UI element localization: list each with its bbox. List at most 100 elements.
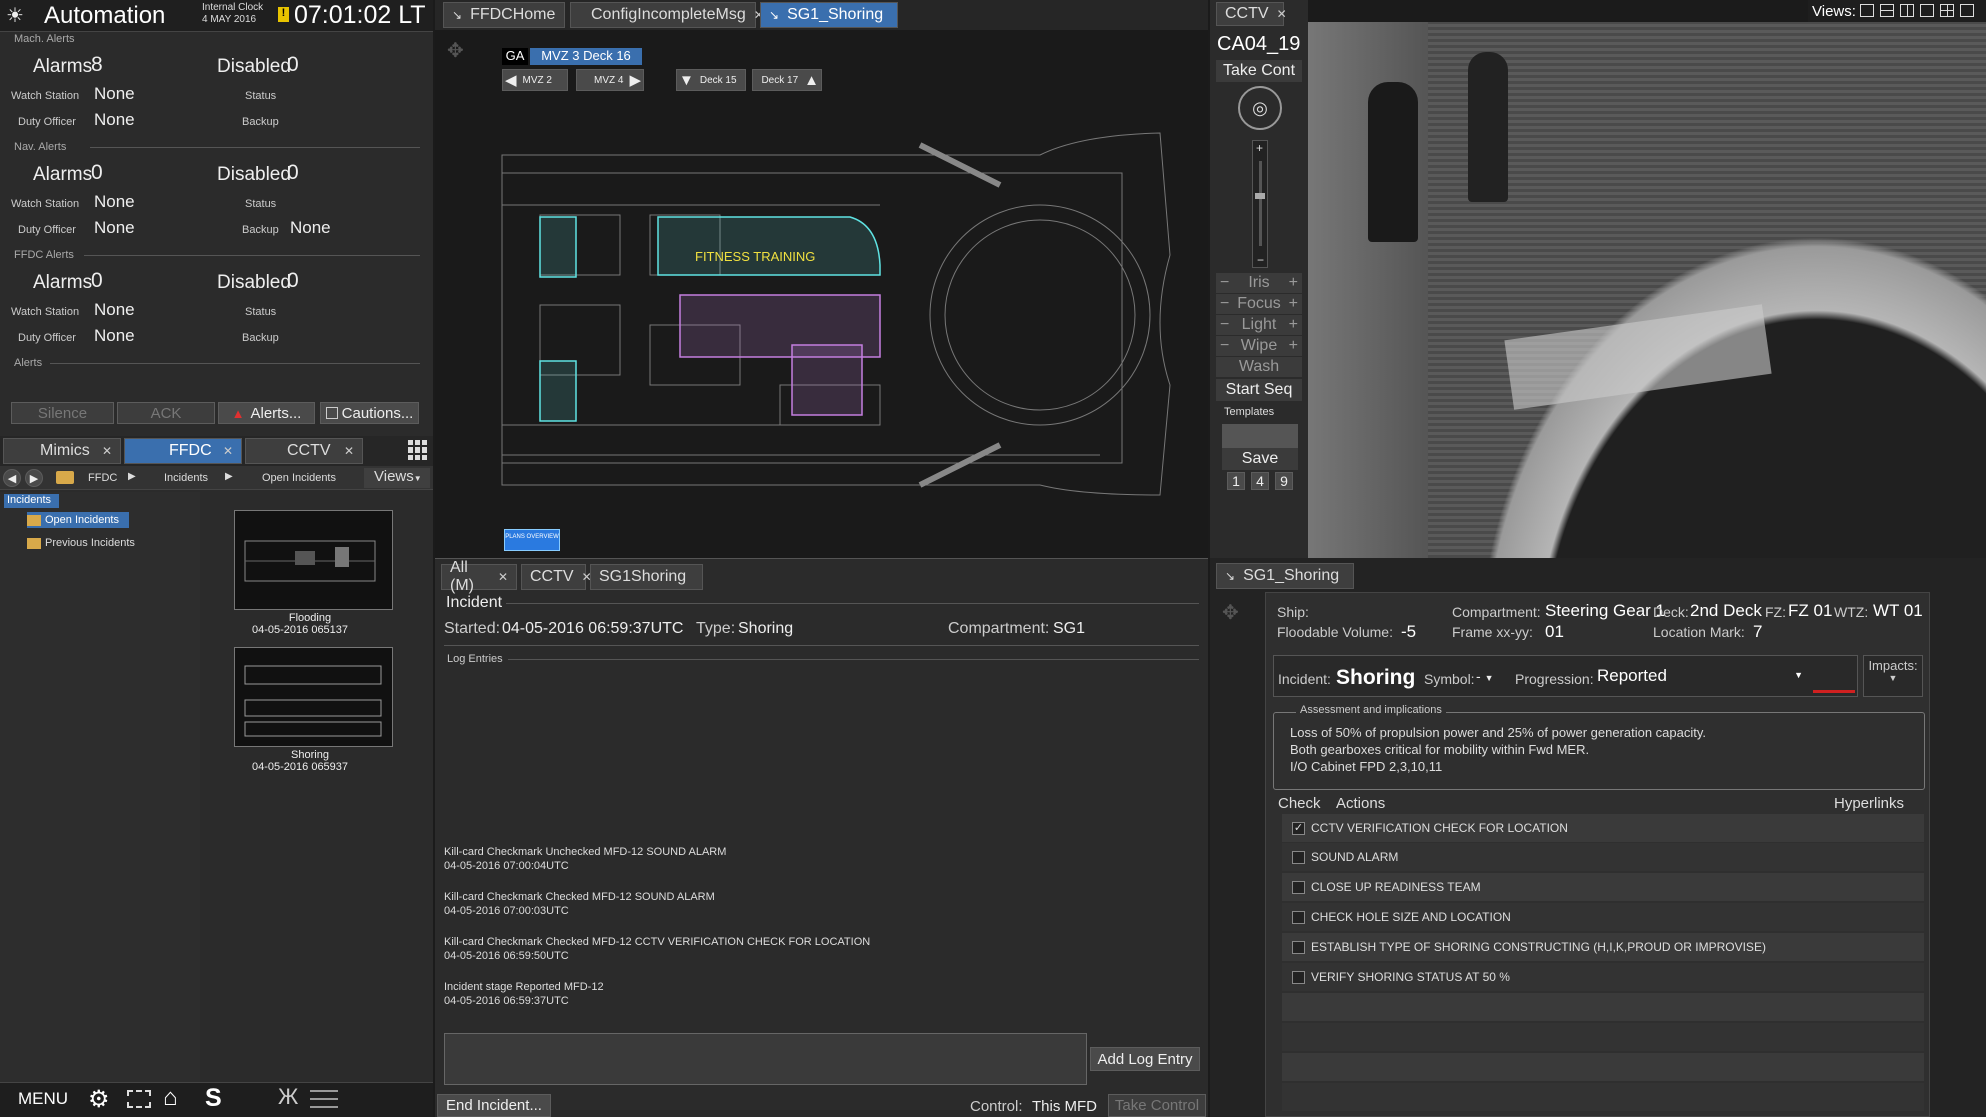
progression-dropdown[interactable]: Reported ▼ [1597,666,1803,688]
tree-item-open-incidents[interactable]: Open Incidents [27,512,129,528]
impacts-dropdown[interactable]: Impacts: ▼ [1863,655,1923,697]
add-log-entry-button[interactable]: Add Log Entry [1090,1047,1200,1071]
tree-item-previous-incidents[interactable]: Previous Incidents [27,535,135,551]
layout-grid-icon[interactable] [1960,4,1974,17]
minus-icon[interactable]: − [1220,316,1229,334]
end-incident-button[interactable]: End Incident... [437,1094,551,1117]
mvz-prev-button[interactable]: ◀ MVZ 2 [502,69,568,91]
log-entry-input[interactable] [444,1033,1087,1085]
tab-sg1-shoring[interactable]: ↘ SG1_Shoring [760,2,898,28]
silence-button[interactable]: Silence [11,402,114,424]
checkbox-icon[interactable] [1292,850,1305,864]
close-icon[interactable]: ✕ [102,444,112,458]
minus-icon[interactable]: − [1220,337,1229,355]
plus-icon[interactable]: + [1289,295,1298,313]
close-icon[interactable]: ✕ [498,570,508,584]
preset-4-button[interactable]: 4 [1251,472,1269,490]
checkbox-checked-icon[interactable]: ✓ [1292,821,1305,835]
light-control[interactable]: − Light + [1216,315,1302,335]
tab-cctv[interactable]: CCTV ✕ [245,438,363,464]
antenna-icon[interactable]: Ж [278,1084,298,1110]
tab-sg1shoring[interactable]: SG1Shoring [590,564,703,590]
tab-cctv-camera[interactable]: CCTV ✕ [1216,2,1287,26]
pan-icon[interactable]: ✥ [447,38,464,63]
pan-icon[interactable]: ✥ [1222,600,1239,625]
minus-icon[interactable]: − [1220,295,1229,313]
tab-mimics[interactable]: Mimics ✕ [3,438,121,464]
ffdc-watch-label: Watch Station [11,306,80,318]
breadcrumb-incidents[interactable]: Incidents [164,472,208,484]
incident-thumbnail-flooding[interactable] [234,510,393,610]
app-title[interactable]: Automation [44,2,165,30]
layout-columns-icon[interactable] [1900,4,1914,17]
minus-icon[interactable]: − [1220,274,1229,292]
forward-arrow-icon[interactable]: ▶ [25,469,43,487]
plus-icon[interactable]: + [1289,337,1298,355]
save-template-button[interactable]: Save [1222,448,1298,470]
focus-control[interactable]: − Focus + [1216,294,1302,314]
home-icon[interactable]: ⌂ [163,1084,178,1112]
close-icon[interactable]: ✕ [344,444,354,458]
wash-button[interactable]: Wash [1216,357,1302,377]
preset-9-button[interactable]: 9 [1275,472,1293,490]
tab-all[interactable]: All (M) ✕ [441,559,517,594]
camera-feed[interactable] [1308,22,1986,558]
iris-control[interactable]: − Iris + [1216,273,1302,293]
preset-1-button[interactable]: 1 [1227,472,1245,490]
plus-icon[interactable]: + [1289,316,1298,334]
deck-down-button[interactable]: ▼ Deck 15 [676,69,746,91]
close-icon[interactable]: ✕ [1277,7,1287,21]
incident-thumbnail-shoring[interactable] [234,647,393,747]
checkbox-icon[interactable] [1292,970,1305,984]
tab-ffdchome[interactable]: ↘ FFDCHome [443,2,565,28]
templates-field[interactable] [1222,424,1298,448]
close-icon[interactable]: ✕ [223,444,233,458]
start-seq-button[interactable]: Start Seq [1216,379,1302,401]
deck-up-button[interactable]: Deck 17 ▲ [752,69,822,91]
list-icon[interactable] [310,1090,338,1108]
menu-button[interactable]: MENU [18,1089,68,1109]
checklist-item[interactable]: CLOSE UP READINESS TEAM [1282,873,1924,901]
symbol-dropdown[interactable]: - ▼ [1476,668,1508,688]
tab-ffdc[interactable]: FFDC ✕ [124,438,242,464]
checkbox-icon[interactable] [1292,880,1305,894]
tab-configincompletemsg[interactable]: ConfigIncompleteMsg ✕ [570,2,764,28]
layout-triple-icon[interactable] [1920,4,1934,17]
ga-label[interactable]: GA [502,48,528,65]
layout-quad-icon[interactable] [1940,4,1954,17]
slider-thumb[interactable] [1255,193,1265,199]
grid-menu-icon[interactable] [408,440,428,460]
fz-label: FZ: [1765,604,1786,620]
checklist-item[interactable]: SOUND ALARM [1282,843,1924,871]
checkbox-icon[interactable] [1292,940,1305,954]
alerts-button[interactable]: ▲ Alerts... [218,402,315,424]
breadcrumb-open-incidents[interactable]: Open Incidents [262,472,336,484]
take-control-camera-button[interactable]: Take Cont [1216,60,1302,82]
gear-icon[interactable]: ⚙ [88,1085,110,1114]
checklist-item[interactable]: CHECK HOLE SIZE AND LOCATION [1282,903,1924,931]
cautions-button[interactable]: Cautions... [320,402,419,424]
zoom-slider[interactable]: + − [1252,140,1268,268]
checkbox-icon[interactable] [1292,910,1305,924]
mvz-next-button[interactable]: MVZ 4 ▶ [576,69,644,91]
s-button[interactable]: S [205,1084,222,1113]
plus-icon[interactable]: + [1289,274,1298,292]
checklist-item[interactable]: ESTABLISH TYPE OF SHORING CONSTRUCTING (… [1282,933,1924,961]
views-dropdown[interactable]: Views▼ [364,468,430,488]
ack-button[interactable]: ACK [117,402,215,424]
area-label-fitness-training[interactable]: FITNESS TRAINING [695,249,815,264]
wipe-control[interactable]: − Wipe + [1216,336,1302,356]
fullscreen-icon[interactable] [127,1090,151,1108]
tab-cctv-log[interactable]: CCTV ✕ [521,564,592,590]
checklist-item[interactable]: ✓ CCTV VERIFICATION CHECK FOR LOCATION [1282,814,1924,842]
ptz-control[interactable]: ◎ [1238,86,1282,130]
back-arrow-icon[interactable]: ◀ [3,469,21,487]
mach-disabled-label: Disabled [217,56,291,77]
tab-sg1-shoring-detail[interactable]: ↘ SG1_Shoring [1216,563,1354,589]
layout-single-icon[interactable] [1860,4,1874,17]
layout-rows-icon[interactable] [1880,4,1894,17]
checklist-item[interactable]: VERIFY SHORING STATUS AT 50 % [1282,963,1924,991]
breadcrumb-ffdc[interactable]: FFDC [88,472,117,484]
plans-overview-button[interactable]: PLANS OVERVIEW [504,529,560,551]
take-control-button[interactable]: Take Control [1108,1094,1206,1117]
